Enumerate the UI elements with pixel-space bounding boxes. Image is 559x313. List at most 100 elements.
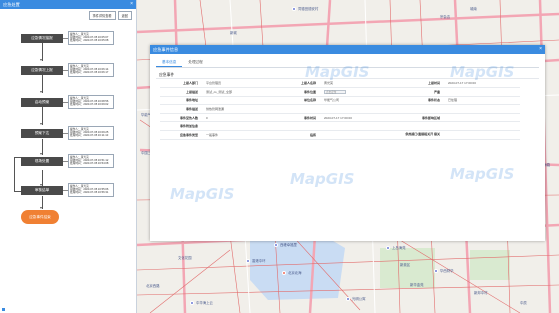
field-value: 平台管理员 (202, 79, 278, 89)
field-value: 点击定位 (320, 87, 396, 97)
map-label: 中辰 (520, 301, 527, 305)
flow-step-info: 操作人：黄光英 接收时间：2023-07-05 16:05:07 处理时间：20… (68, 31, 114, 45)
field-value (202, 96, 278, 106)
map-label: 新华金苑 (410, 283, 424, 287)
map-poi-icon[interactable] (386, 246, 390, 250)
process-panel-title: 应急处置 (3, 1, 20, 7)
dialog-header: 应急事件信息 × (150, 45, 545, 54)
close-icon[interactable]: × (539, 46, 542, 52)
table-row: 事件描述 供热管网泄漏 (160, 104, 520, 114)
panel-corner-marker (2, 308, 5, 311)
info-handled-time: 处理时间：2023-07-05 16:05:08 (70, 39, 109, 43)
field-label: 指挥 (278, 130, 320, 140)
flow-step-review-close[interactable]: 审核结单 (21, 186, 63, 195)
map-road (136, 12, 559, 34)
field-label: 严重 (396, 87, 444, 97)
dialog-title: 应急事件信息 (153, 46, 179, 52)
arrow-down-icon (40, 123, 42, 125)
map-label: 香港中环 (252, 259, 266, 263)
map-label: 新城 (230, 31, 237, 35)
map-label: 同德田德安村 (298, 7, 319, 11)
mapgis-watermark: MapGIS (170, 185, 235, 203)
map-poi-icon[interactable] (274, 243, 278, 247)
flow-step-event-end[interactable]: 应急事件结束 (21, 210, 59, 224)
map-label: 城南 (470, 7, 477, 11)
field-value: 测试_cs_测试_全部 (202, 87, 278, 97)
field-value: 0 (202, 113, 278, 123)
field-label: 供热接口/直接相关开 接关 (396, 130, 444, 140)
map-poi-icon[interactable] (246, 259, 250, 263)
map-poi-icon[interactable] (282, 271, 286, 275)
field-label: 事件状态 (396, 96, 444, 106)
back-button[interactable]: 返回 (117, 11, 132, 20)
field-label: 事件受伤人数 (160, 113, 202, 123)
process-panel: 应急处置 × 事件详情查看 返回 应急情况接报 操作人：黄光英 接收时间：202… (0, 0, 137, 313)
map-label: 西峰幸福里 (280, 243, 297, 247)
map-label: 上岛海苑 (392, 246, 406, 250)
close-icon[interactable]: × (130, 1, 133, 7)
flow-loop-connector (14, 157, 21, 158)
field-label: 单位名称 (278, 96, 320, 106)
locate-input[interactable]: 点击定位 (324, 89, 346, 95)
tab-process[interactable]: 处理过程 (182, 57, 208, 67)
field-value: 已处理 (444, 96, 520, 106)
field-label: 应急事件类型 (160, 130, 202, 140)
field-value (444, 113, 520, 123)
map-poi-icon[interactable] (346, 297, 350, 301)
map-poi-icon[interactable] (190, 301, 194, 305)
map-label: 中华海上云 (196, 301, 213, 305)
map-green-area (380, 248, 435, 288)
map-green-area (470, 250, 510, 280)
field-value (320, 130, 396, 140)
flow-step-info: 操作人：黄光英 接收时间：2023-07-05 16:51:12 处理时间：20… (68, 154, 114, 168)
mapgis-watermark: MapGIS (305, 63, 370, 81)
map-water (250, 232, 345, 300)
flow-step-report-received[interactable]: 应急情况接报 (21, 34, 63, 43)
event-detail-button[interactable]: 事件详情查看 (88, 11, 116, 20)
map-label: 北京西路 (146, 284, 160, 288)
arrow-down-icon (40, 207, 42, 209)
info-handled-time: 处理时间：2023-07-05 16:56:31 (70, 191, 109, 195)
field-value: 供热管网泄漏 (202, 104, 520, 114)
flow-step-info: 操作人：黄光英 接收时间：2023-07-05 16:08:56 处理时间：20… (68, 95, 114, 109)
info-handled-time: 处理时间：2023-07-05 16:11:10 (70, 134, 109, 138)
field-label: 上报时间 (396, 79, 444, 89)
table-row: 事件附加信息 (160, 121, 520, 132)
table-row: 事件地址 单位名称 华能气公司 事件状态 已处理 (160, 96, 520, 106)
field-value (444, 130, 520, 140)
map-poi-icon[interactable] (292, 7, 296, 11)
event-info-table: 上报人部门 平台管理员 上报人名称 黄光英 上报时间 2023-07-17 17… (160, 79, 520, 140)
field-label: 事件影响区域 (396, 113, 444, 123)
map-label: 北京北海 (288, 271, 302, 275)
process-panel-header: 应急处置 × (0, 0, 136, 9)
table-row: 事件受伤人数 0 事件时间 2023-07-17 17:00:00 事件影响区域 (160, 113, 520, 123)
field-value: 2023-07-17 17:00:00 (320, 113, 396, 123)
field-value (202, 121, 520, 132)
mapgis-watermark: MapGIS (450, 165, 515, 183)
field-label: 事件附加信息 (160, 121, 202, 132)
flow-step-plan-issued[interactable]: 预案下达 (21, 129, 63, 138)
map-poi-icon[interactable] (434, 269, 438, 273)
field-value (444, 87, 520, 97)
map-label: 光明公寓 (352, 297, 366, 301)
map-label: 文化花园 (178, 256, 192, 260)
field-label: 事件时间 (278, 113, 320, 123)
event-info-dialog: 应急事件信息 × 基本信息 处理过程 应急事件 上报人部门 平台管理员 上报人名… (150, 45, 545, 241)
process-panel-toolbar: 事件详情查看 返回 (88, 11, 132, 20)
flow-step-onsite[interactable]: 现场处置 (21, 157, 63, 166)
flow-step-report-up[interactable]: 应急情况上报 (21, 66, 63, 75)
flow-step-start-plan[interactable]: 启动预案 (21, 98, 63, 107)
flow-step-info: 操作人：黄光英 接收时间：2023-07-05 16:55:06 处理时间：20… (68, 183, 114, 197)
tab-basic-info[interactable]: 基本信息 (156, 57, 183, 67)
flow-loop-connector (14, 190, 21, 192)
arrow-down-icon (40, 153, 42, 155)
arrow-down-icon (40, 91, 42, 93)
map-label: 华西财华 (440, 269, 454, 273)
map-label: 新奥区 (400, 263, 411, 267)
table-row: 应急事件类型 一般事件 指挥 供热接口/直接相关开 接关 (160, 130, 520, 140)
info-handled-time: 处理时间：2023-07-05 16:06:17 (70, 71, 109, 75)
map-label: 宗会吉 (440, 15, 451, 19)
arrow-down-icon (40, 59, 42, 61)
info-handled-time: 处理时间：2023-07-05 16:54:08 (70, 162, 109, 166)
info-handled-time: 处理时间：2023-07-05 16:09:02 (70, 103, 109, 107)
